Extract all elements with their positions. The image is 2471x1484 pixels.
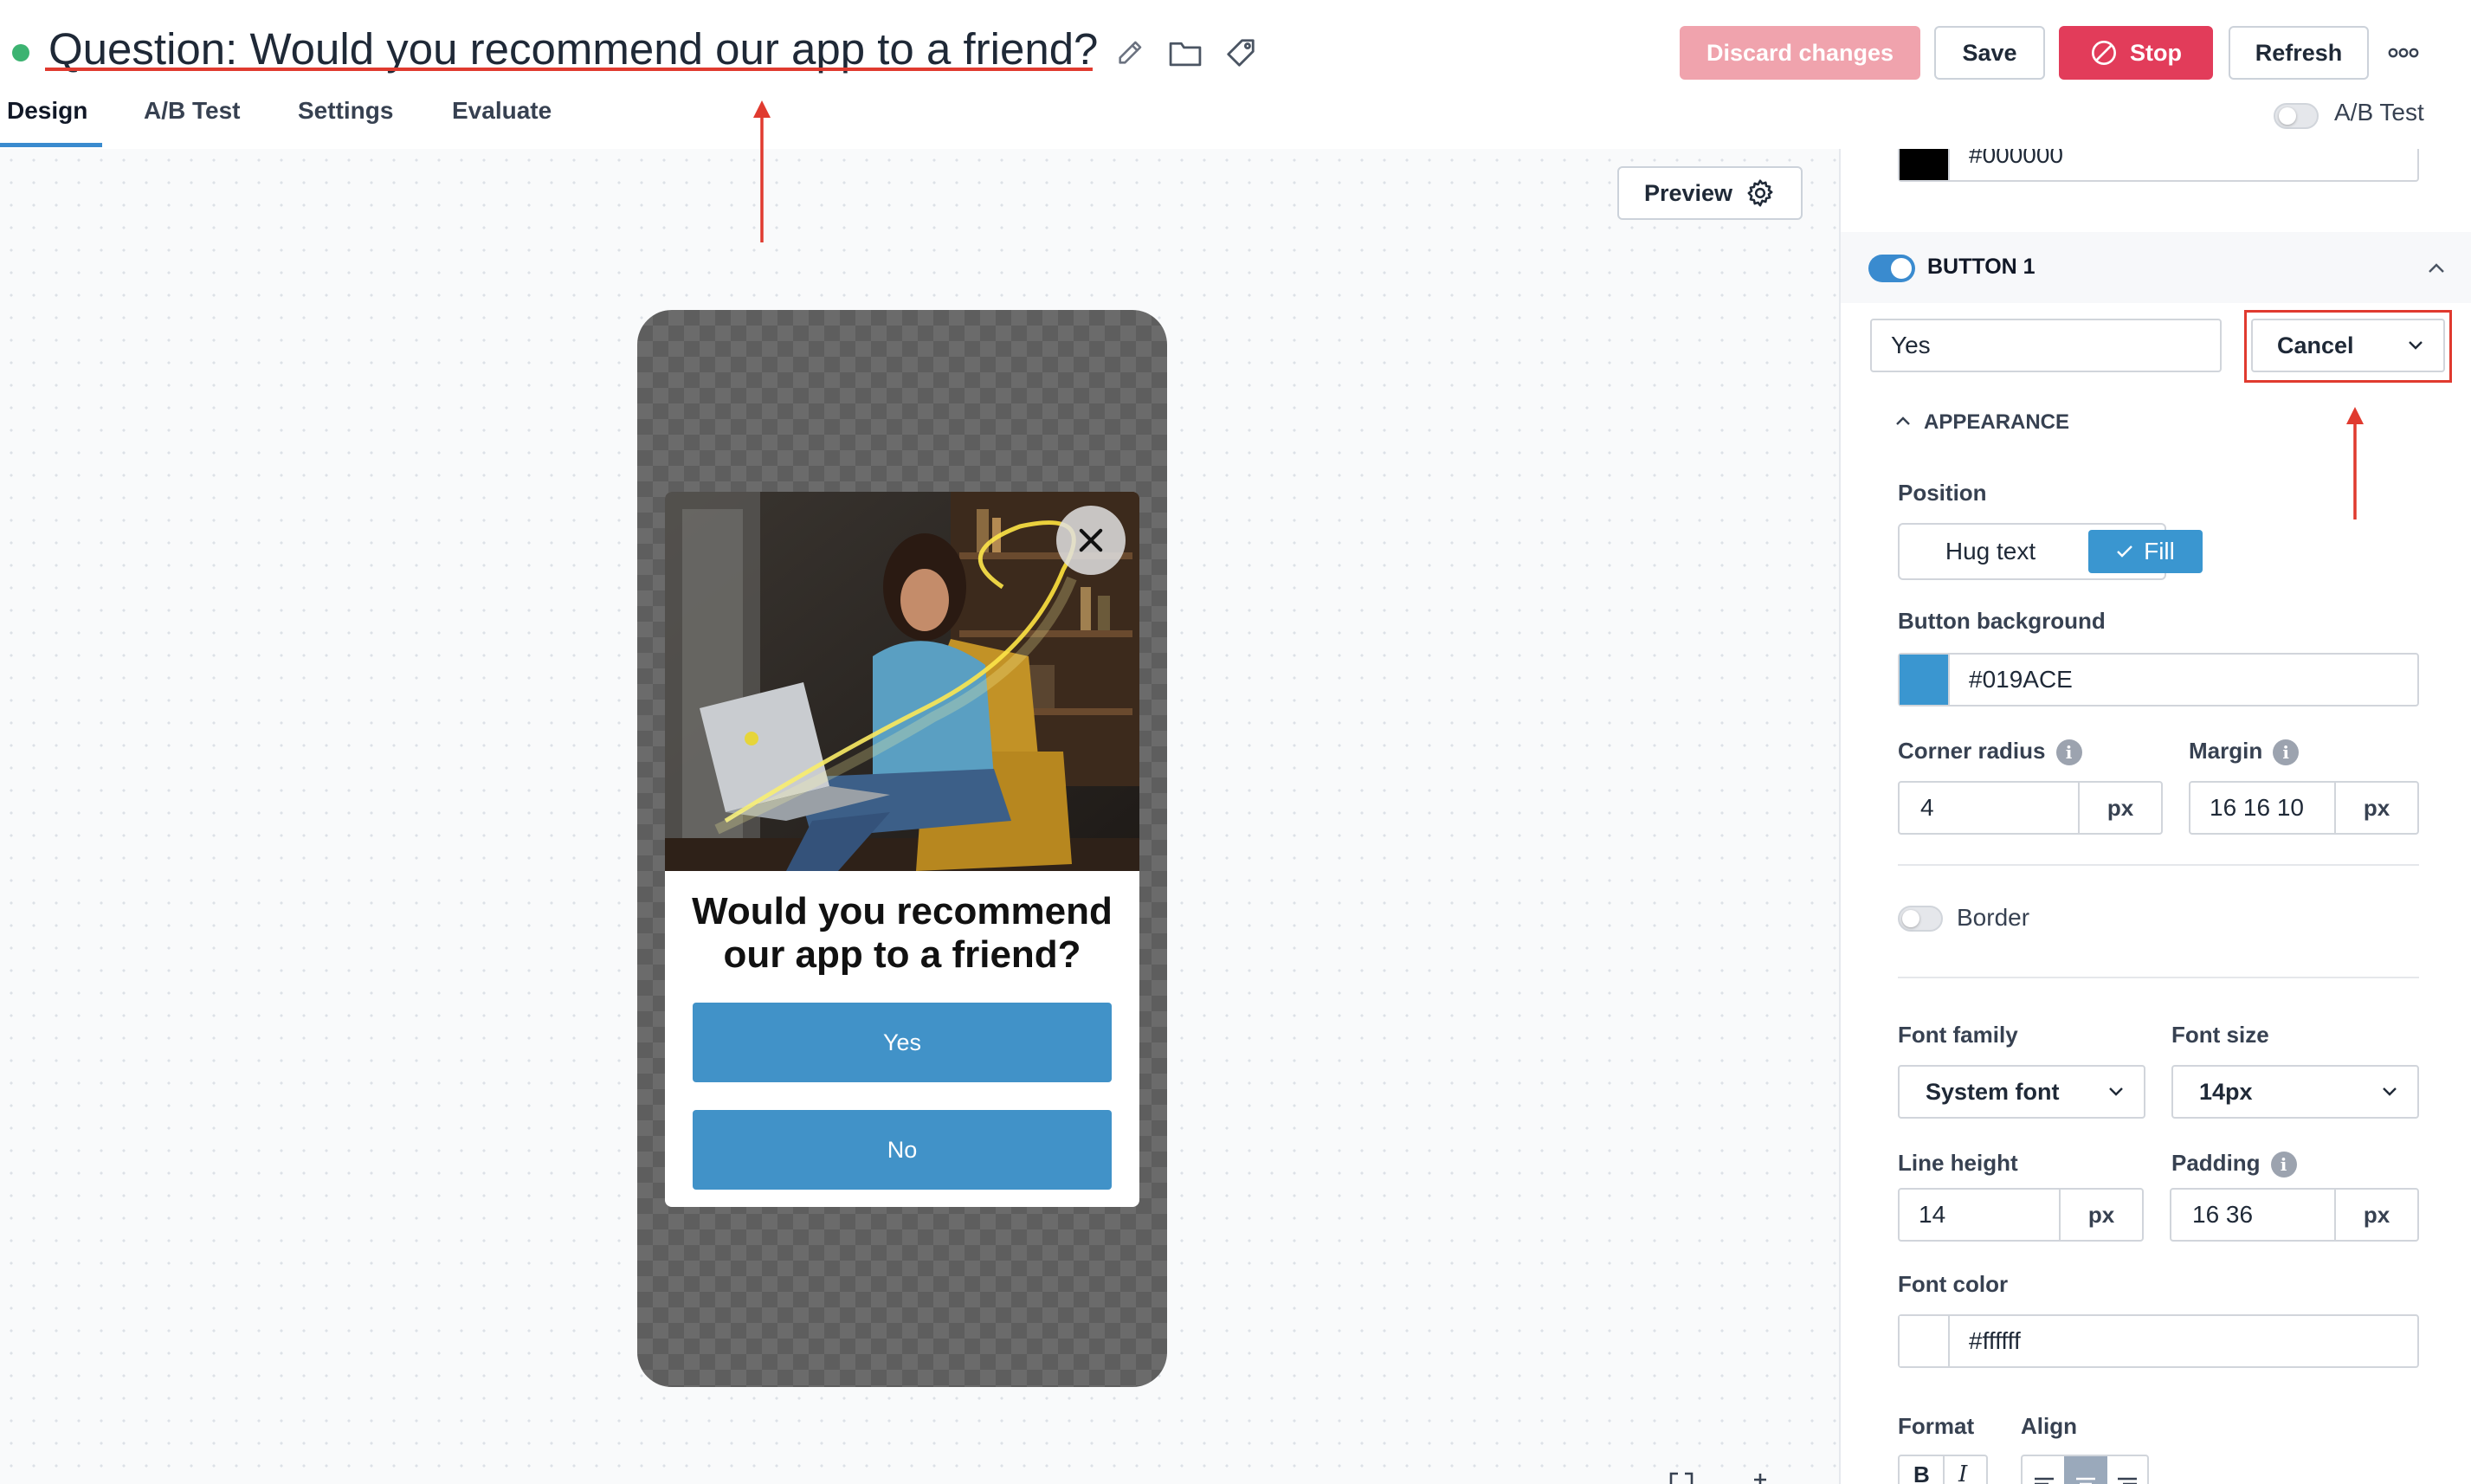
stop-label: Stop bbox=[2130, 39, 2182, 66]
edit-pencil-icon[interactable] bbox=[1108, 31, 1152, 74]
tab-evaluate[interactable]: Evaluate bbox=[452, 97, 552, 125]
refresh-button[interactable]: Refresh bbox=[2229, 26, 2369, 80]
corner-radius-input[interactable]: 4 px bbox=[1898, 781, 2163, 835]
border-label: Border bbox=[1957, 904, 2030, 931]
appearance-label[interactable]: APPEARANCE bbox=[1924, 410, 2069, 435]
position-segmented-control[interactable]: Hug text Fill bbox=[1898, 523, 2203, 580]
chevron-down-icon bbox=[2383, 1087, 2397, 1096]
format-label: Format bbox=[1898, 1413, 1975, 1439]
tab-settings[interactable]: Settings bbox=[298, 97, 393, 125]
preview-button[interactable]: Preview bbox=[1617, 166, 1803, 220]
position-label: Position bbox=[1898, 480, 1987, 506]
button-text-input[interactable]: Yes bbox=[1870, 319, 2222, 372]
appearance-collapse-icon[interactable] bbox=[1894, 414, 1912, 428]
stop-button[interactable]: Stop bbox=[2059, 26, 2213, 80]
stop-circle-icon bbox=[2090, 39, 2118, 67]
previous-color-value: #000000 bbox=[1969, 149, 2064, 168]
position-hug-text-option[interactable]: Hug text bbox=[1908, 532, 2073, 571]
padding-label: Padding i bbox=[2171, 1150, 2297, 1178]
padding-unit: px bbox=[2334, 1190, 2417, 1240]
tag-icon[interactable] bbox=[1219, 31, 1262, 74]
align-label: Align bbox=[2021, 1413, 2077, 1439]
info-icon[interactable]: i bbox=[2270, 1152, 2297, 1178]
button-1-toggle[interactable] bbox=[1868, 255, 1915, 282]
corner-radius-unit: px bbox=[2078, 783, 2161, 833]
font-color-label: Font color bbox=[1898, 1271, 2009, 1297]
divider bbox=[1898, 977, 2419, 978]
tab-ab-test[interactable]: A/B Test bbox=[144, 97, 241, 125]
line-height-unit: px bbox=[2059, 1190, 2142, 1240]
popup-yes-button[interactable]: Yes bbox=[693, 1003, 1112, 1082]
font-family-label: Font family bbox=[1898, 1022, 2018, 1048]
bold-icon[interactable]: B bbox=[1913, 1461, 1930, 1484]
border-toggle[interactable] bbox=[1898, 906, 1943, 932]
padding-input[interactable]: 16 36 px bbox=[2170, 1188, 2419, 1242]
popup-no-button[interactable]: No bbox=[693, 1110, 1112, 1190]
chevron-up-icon[interactable] bbox=[2426, 260, 2447, 275]
status-indicator bbox=[12, 44, 29, 61]
font-size-select[interactable]: 14px bbox=[2171, 1065, 2419, 1119]
gear-icon bbox=[1745, 177, 1776, 209]
ab-test-toggle[interactable] bbox=[2274, 103, 2319, 129]
margin-label: Margin i bbox=[2189, 738, 2300, 766]
popup-preview[interactable]: Would you recommend our app to a friend?… bbox=[665, 492, 1139, 1207]
align-left-icon[interactable] bbox=[2033, 1475, 2055, 1484]
popup-question: Would you recommend our app to a friend? bbox=[692, 890, 1113, 976]
ab-test-toggle-label: A/B Test bbox=[2334, 99, 2424, 126]
line-height-label: Line height bbox=[1898, 1150, 2018, 1176]
color-swatch[interactable] bbox=[1900, 149, 1950, 180]
corner-radius-label: Corner radius i bbox=[1898, 738, 2082, 766]
previous-color-field[interactable]: #000000 bbox=[1898, 149, 2419, 182]
check-icon bbox=[2117, 545, 2132, 558]
preview-label: Preview bbox=[1643, 179, 1733, 206]
button-background-swatch[interactable] bbox=[1900, 655, 1950, 705]
fit-screen-icon[interactable] bbox=[1669, 1470, 1694, 1484]
info-icon[interactable]: i bbox=[2273, 739, 2300, 766]
zoom-in-icon[interactable] bbox=[1751, 1472, 1770, 1484]
button-section-title: BUTTON 1 bbox=[1927, 255, 2036, 279]
save-button[interactable]: Save bbox=[1934, 26, 2045, 80]
active-tab-indicator bbox=[0, 143, 102, 147]
annotation-arrow-title bbox=[753, 100, 771, 242]
button-background-label: Button background bbox=[1898, 608, 2106, 634]
tab-design[interactable]: Design bbox=[7, 97, 87, 125]
annotation-arrow-select bbox=[2346, 407, 2364, 519]
properties-panel: #000000 BUTTON 1 Yes Cancel APPEARANCE P… bbox=[1839, 149, 2471, 1484]
margin-input[interactable]: 16 16 10 px bbox=[2189, 781, 2419, 835]
divider bbox=[1898, 864, 2419, 866]
close-icon bbox=[1079, 528, 1103, 552]
position-fill-option[interactable]: Fill bbox=[2088, 530, 2203, 573]
button-background-field[interactable]: #019ACE bbox=[1898, 653, 2419, 707]
chevron-down-icon bbox=[2109, 1087, 2123, 1096]
info-icon[interactable]: i bbox=[2055, 739, 2082, 766]
folder-icon[interactable] bbox=[1164, 31, 1207, 74]
align-button-group bbox=[2021, 1455, 2149, 1484]
font-color-swatch[interactable] bbox=[1900, 1316, 1950, 1366]
title-annotation-underline bbox=[45, 68, 1093, 71]
align-right-icon[interactable] bbox=[2116, 1475, 2139, 1484]
margin-unit: px bbox=[2334, 783, 2417, 833]
line-height-input[interactable]: 14 px bbox=[1898, 1188, 2144, 1242]
editor-header: Question: Would you recommend our app to… bbox=[0, 0, 2471, 151]
discard-changes-button[interactable]: Discard changes bbox=[1680, 26, 1920, 80]
action-select-annotation-box bbox=[2244, 310, 2452, 383]
font-family-select[interactable]: System font bbox=[1898, 1065, 2145, 1119]
font-size-label: Font size bbox=[2171, 1022, 2269, 1048]
popup-close-button[interactable] bbox=[1056, 506, 1126, 575]
format-button-group: B I bbox=[1898, 1455, 1988, 1484]
italic-icon[interactable]: I bbox=[1958, 1461, 1967, 1484]
more-options-icon[interactable] bbox=[2386, 40, 2421, 66]
font-color-field[interactable]: #ffffff bbox=[1898, 1314, 2419, 1368]
